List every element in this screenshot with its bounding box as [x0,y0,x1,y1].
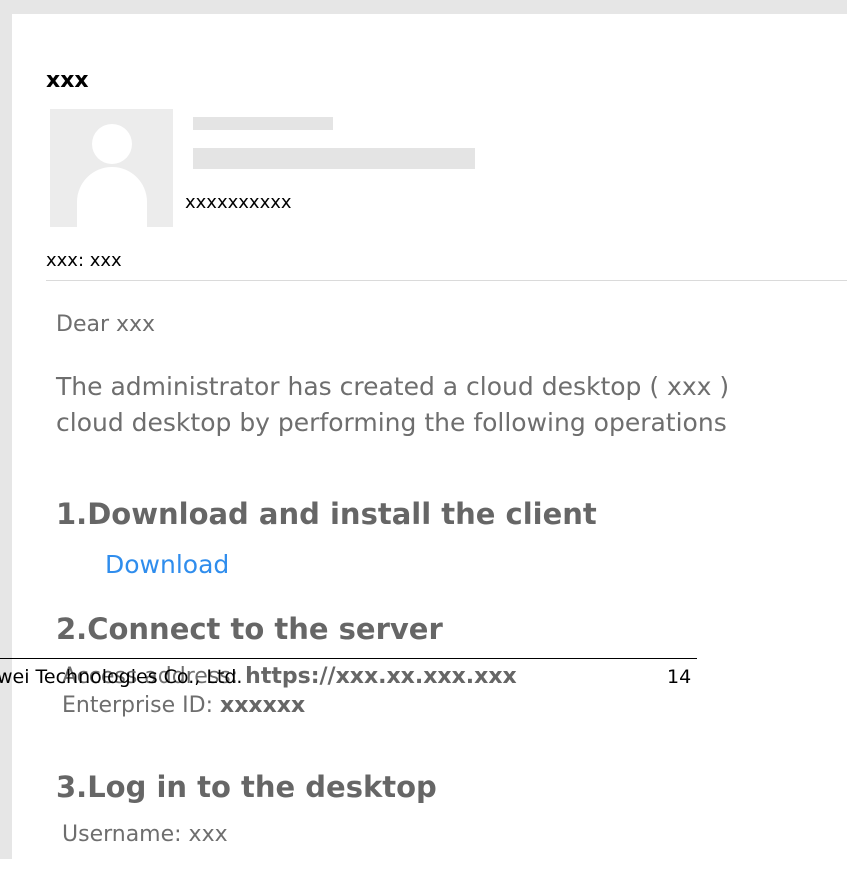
footer-company: wei Technologies Co., Ltd. [0,666,243,688]
username-line: Username: xxx [62,822,228,847]
email-subject: xxx [46,68,89,93]
avatar-body-icon [77,167,147,227]
recipient-line: xxx: xxx [46,250,122,271]
step1-heading: 1.Download and install the client [56,497,597,531]
step3-heading: 3.Log in to the desktop [56,770,437,804]
placeholder-bar-long [193,148,475,169]
greeting: Dear xxx [56,312,156,337]
intro-line-1: The administrator has created a cloud de… [56,372,730,401]
placeholder-bar-short [193,117,333,130]
footer-rule [0,658,697,659]
step2-heading: 2.Connect to the server [56,612,443,646]
footer-page-number: 14 [667,666,692,688]
header-divider [46,280,847,281]
avatar-head-icon [92,124,132,164]
download-link[interactable]: Download [105,550,229,579]
avatar [50,109,173,227]
enterprise-id: Enterprise ID: xxxxxx [62,693,305,718]
enterprise-id-value: xxxxxx [220,693,306,718]
sender-name: xxxxxxxxxx [185,192,292,213]
enterprise-id-label: Enterprise ID: [62,693,214,718]
intro-line-2: cloud desktop by performing the followin… [56,408,727,437]
page-footer: wei Technologies Co., Ltd. 14 [0,666,698,692]
